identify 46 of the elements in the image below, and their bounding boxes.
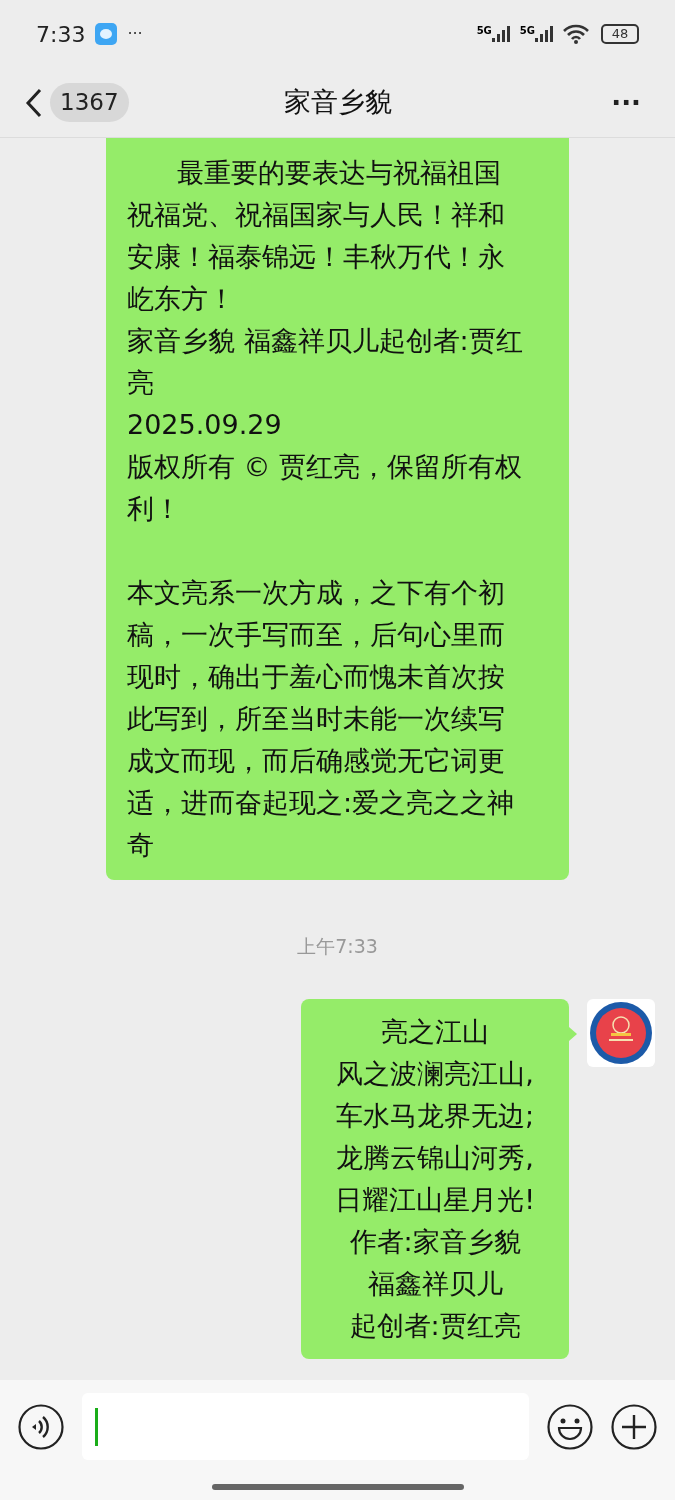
- message-line: 2025.09.29: [127, 408, 283, 442]
- message-line: 家音乡貌 福鑫祥贝儿起创者:贾红: [127, 324, 524, 358]
- message-line: 适，进而奋起现之:爱之亮之之神: [127, 786, 516, 820]
- message-line: 版权所有 © 贾红亮，保留所有权: [127, 450, 524, 484]
- message-line: 利！: [127, 492, 182, 526]
- more-button[interactable]: ···: [611, 89, 651, 116]
- message-line: 屹东方！: [127, 282, 236, 316]
- avatar-logo[interactable]: [587, 998, 655, 1067]
- message-line: 奇: [127, 828, 155, 862]
- timestamp: 上午7:33: [297, 934, 378, 959]
- message-line: 龙腾云锦山河秀,: [335, 1140, 535, 1175]
- message-line: 本文亮系一次方成，之下有个初: [127, 576, 506, 610]
- chat-title: 家音乡貌: [283, 85, 392, 120]
- message-line: 此写到，所至当时未能一次续写: [127, 702, 506, 736]
- bubble-tail: [569, 1026, 577, 1041]
- message-line: 风之波澜亮江山,: [335, 1056, 535, 1091]
- network-label: 5G: [519, 26, 535, 36]
- message-line: 亮之江山: [380, 1014, 491, 1049]
- message-bubble[interactable]: 最重要的要表达与祝福祖国 祝福党、祝福国家与人民！祥和 安康！福泰锦远！丰秋万代！永 屹东方！ 家音乡貌 福鑫祥贝儿起创者:贾红 亮 2025.09.29 版权所有 © 贾红亮，保留所有权 利！ 本文亮系一次方成，之下有个初 稿，一次手写而至，后句心里而 现时，确出于羞心而愧未首次按 此写到，所至当时未能一次续写 成文而现，而后确感觉无它词更 适，进而奋起现之:爱之亮之之神 奇: [106, 138, 569, 880]
- clock: 7:33: [36, 20, 86, 49]
- signal-icon: [535, 26, 555, 42]
- add-icon[interactable]: [611, 1403, 657, 1450]
- back-icon[interactable]: [24, 87, 44, 118]
- network-label: 5G: [476, 26, 492, 36]
- message-line: 祝福党、祝福国家与人民！祥和: [127, 198, 506, 232]
- message-line: 现时，确出于羞心而愧未首次按: [127, 660, 506, 694]
- message-line: 作者:家音乡貌: [348, 1224, 522, 1259]
- signal-icon: [491, 26, 512, 42]
- app-notification-icon: [95, 23, 118, 45]
- message-line: 稿，一次手写而至，后句心里而: [127, 618, 506, 652]
- message-line: 起创者:贾红亮: [348, 1308, 522, 1343]
- message-line: 车水马龙界无边;: [335, 1098, 535, 1133]
- message-line: 成文而现，而后确感觉无它词更: [127, 744, 506, 778]
- message-line: 日耀江山星月光!: [335, 1182, 535, 1217]
- voice-input-icon[interactable]: [18, 1403, 64, 1450]
- message-line: 最重要的要表达与祝福祖国: [176, 156, 502, 190]
- message-line: 亮: [127, 366, 155, 400]
- message-input-field[interactable]: [82, 1393, 529, 1460]
- wifi-icon: [563, 24, 589, 44]
- unread-count-badge[interactable]: 1367: [50, 83, 129, 122]
- message-line: 福鑫祥贝儿: [366, 1266, 504, 1301]
- message-bubble[interactable]: 亮之江山 风之波澜亮江山, 车水马龙界无边; 龙腾云锦山河秀, 日耀江山星月光! 作者:家音乡貌 福鑫祥贝儿 起创者:贾红亮: [301, 998, 569, 1359]
- emoji-icon[interactable]: [547, 1403, 593, 1450]
- more-notifications: ···: [127, 23, 143, 45]
- battery-indicator: 48: [601, 24, 639, 44]
- message-line: 安康！福泰锦远！丰秋万代！永: [127, 240, 506, 274]
